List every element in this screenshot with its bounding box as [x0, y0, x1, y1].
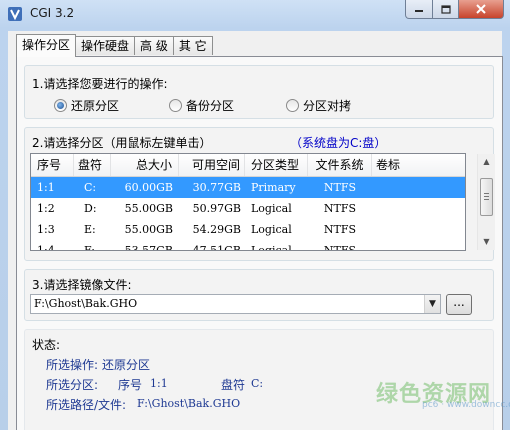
cell-free-space: 30.77GB: [192, 181, 241, 194]
cell-total-size: 53.57GB: [124, 244, 173, 251]
cell-volume-label: [372, 177, 465, 198]
table-row[interactable]: 1:4 F: 53.57GB 47.51GB Logical NTFS: [31, 240, 465, 251]
scroll-down-icon[interactable]: ▼: [481, 237, 492, 247]
tab-panel: 1.请选择您要进行的操作: 还原分区 备份分区 分区对拷 2.请选择分区（用鼠标…: [16, 56, 503, 430]
tab-bar: 操作分区 操作硬盘 高 级 其 它: [16, 34, 213, 57]
title-bar[interactable]: CGI 3.2: [0, 0, 510, 28]
cell-filesystem: NTFS: [323, 202, 357, 215]
tab-partition-ops[interactable]: 操作分区: [16, 34, 77, 57]
app-icon: [8, 7, 22, 21]
selected-drive-value: C:: [251, 377, 264, 390]
cell-volume-label: [372, 219, 465, 240]
radio-backup[interactable]: 备份分区: [169, 97, 234, 114]
radio-restore-label: 还原分区: [71, 99, 120, 113]
col-header-partition-type[interactable]: 分区类型: [245, 154, 308, 176]
cell-filesystem: NTFS: [323, 223, 357, 236]
selected-partition-index: 1:1: [150, 377, 168, 390]
cell-partition-type: Logical: [251, 223, 292, 236]
selected-file-label: 所选路径/文件:: [46, 398, 127, 412]
col-header-free-space[interactable]: 可用空间: [179, 154, 245, 176]
table-row[interactable]: 1:2 D: 55.00GB 50.97GB Logical NTFS: [31, 198, 465, 219]
radio-restore-indicator[interactable]: [54, 99, 67, 112]
browse-button[interactable]: ...: [446, 294, 472, 315]
radio-clone-label: 分区对拷: [303, 99, 352, 113]
cell-volume-label: [372, 198, 465, 219]
list-header: 序号 盘符 总大小 可用空间 分区类型 文件系统 卷标: [31, 154, 465, 177]
selected-op-value: 还原分区: [102, 358, 151, 372]
partition-list[interactable]: 序号 盘符 总大小 可用空间 分区类型 文件系统 卷标 1:1 C: 60.00GB…: [30, 153, 466, 251]
selected-file-value: F:\Ghost\Bak.GHO: [137, 397, 241, 410]
site-watermark: 绿色资源网 pc6 · www.downcc.com: [370, 378, 510, 422]
table-row[interactable]: 1:3 E: 55.00GB 54.29GB Logical NTFS: [31, 219, 465, 240]
tab-disk-ops[interactable]: 操作硬盘: [75, 36, 136, 55]
partition-group: 2.请选择分区（用鼠标左键单击） （系统盘为C:盘） 序号 盘符 总大小 可用空…: [24, 127, 495, 261]
minimize-button[interactable]: [405, 0, 433, 19]
minimize-icon: [415, 10, 423, 12]
col-header-filesystem[interactable]: 文件系统: [308, 154, 372, 176]
cell-drive: E:: [84, 223, 96, 236]
col-header-volume-label[interactable]: 卷标: [372, 154, 465, 176]
selected-op-label: 所选操作:: [46, 358, 99, 372]
system-drive-note: （系统盘为C:盘）: [290, 136, 387, 150]
cell-partition-type: Logical: [251, 202, 292, 215]
selected-drive-label: 盘符: [221, 378, 246, 392]
status-label: 状态:: [32, 338, 61, 352]
radio-clone[interactable]: 分区对拷: [286, 97, 351, 114]
cell-filesystem: NTFS: [323, 244, 357, 251]
cell-total-size: 60.00GB: [124, 181, 173, 194]
image-path-combo[interactable]: F:\Ghost\Bak.GHO ▼: [30, 294, 441, 314]
cell-volume-label: [372, 240, 465, 250]
maximize-icon: [440, 4, 451, 14]
cell-filesystem: NTFS: [323, 181, 357, 194]
chevron-down-icon[interactable]: ▼: [424, 295, 440, 313]
cell-index: 1:4: [37, 244, 55, 251]
selected-partition-index-label: 序号: [118, 378, 143, 392]
cell-drive: D:: [84, 202, 97, 215]
client-area: 操作分区 操作硬盘 高 级 其 它 1.请选择您要进行的操作: 还原分区 备份分…: [8, 31, 503, 430]
selected-partition-label: 所选分区:: [46, 378, 99, 392]
tab-other[interactable]: 其 它: [172, 36, 213, 55]
operation-label: 1.请选择您要进行的操作:: [32, 77, 168, 91]
image-label: 3.请选择镜像文件:: [32, 278, 132, 292]
cell-index: 1:2: [37, 202, 55, 215]
window-title: CGI 3.2: [30, 6, 75, 20]
radio-backup-indicator[interactable]: [169, 99, 182, 112]
cell-free-space: 47.51GB: [192, 244, 241, 251]
cell-partition-type: Logical: [251, 244, 292, 251]
close-button[interactable]: [459, 0, 504, 19]
partition-label: 2.请选择分区（用鼠标左键单击）: [32, 136, 212, 150]
scroll-thumb[interactable]: [480, 178, 493, 216]
watermark-site: pc6 · www.downcc.com: [422, 400, 510, 410]
tab-advanced[interactable]: 高 级: [134, 36, 174, 55]
cell-free-space: 50.97GB: [192, 202, 241, 215]
cell-partition-type: Primary: [251, 181, 296, 194]
vertical-scrollbar[interactable]: ▲ ▼: [477, 154, 495, 250]
col-header-index[interactable]: 序号: [31, 154, 74, 176]
operation-group: 1.请选择您要进行的操作: 还原分区 备份分区 分区对拷: [24, 65, 494, 119]
scroll-up-icon[interactable]: ▲: [481, 157, 492, 167]
cell-total-size: 55.00GB: [124, 223, 173, 236]
image-group: 3.请选择镜像文件: F:\Ghost\Bak.GHO ▼ ...: [24, 269, 494, 321]
cell-drive: C:: [84, 181, 97, 194]
cell-free-space: 54.29GB: [192, 223, 241, 236]
app-window: CGI 3.2 操作分区 操作硬盘 高 级 其 它 1.请选择您要进行的操作:: [0, 0, 510, 430]
cell-drive: F:: [84, 244, 95, 251]
cell-index: 1:1: [37, 181, 55, 194]
table-row[interactable]: 1:1 C: 60.00GB 30.77GB Primary NTFS: [31, 177, 465, 198]
cell-index: 1:3: [37, 223, 55, 236]
radio-clone-indicator[interactable]: [286, 99, 299, 112]
radio-backup-label: 备份分区: [186, 99, 235, 113]
image-path-value: F:\Ghost\Bak.GHO: [34, 297, 138, 310]
col-header-total-size[interactable]: 总大小: [111, 154, 179, 176]
close-icon: [476, 4, 486, 14]
radio-restore[interactable]: 还原分区: [54, 97, 119, 114]
col-header-drive[interactable]: 盘符: [74, 154, 111, 176]
maximize-button[interactable]: [433, 0, 459, 19]
cell-total-size: 55.00GB: [124, 202, 173, 215]
